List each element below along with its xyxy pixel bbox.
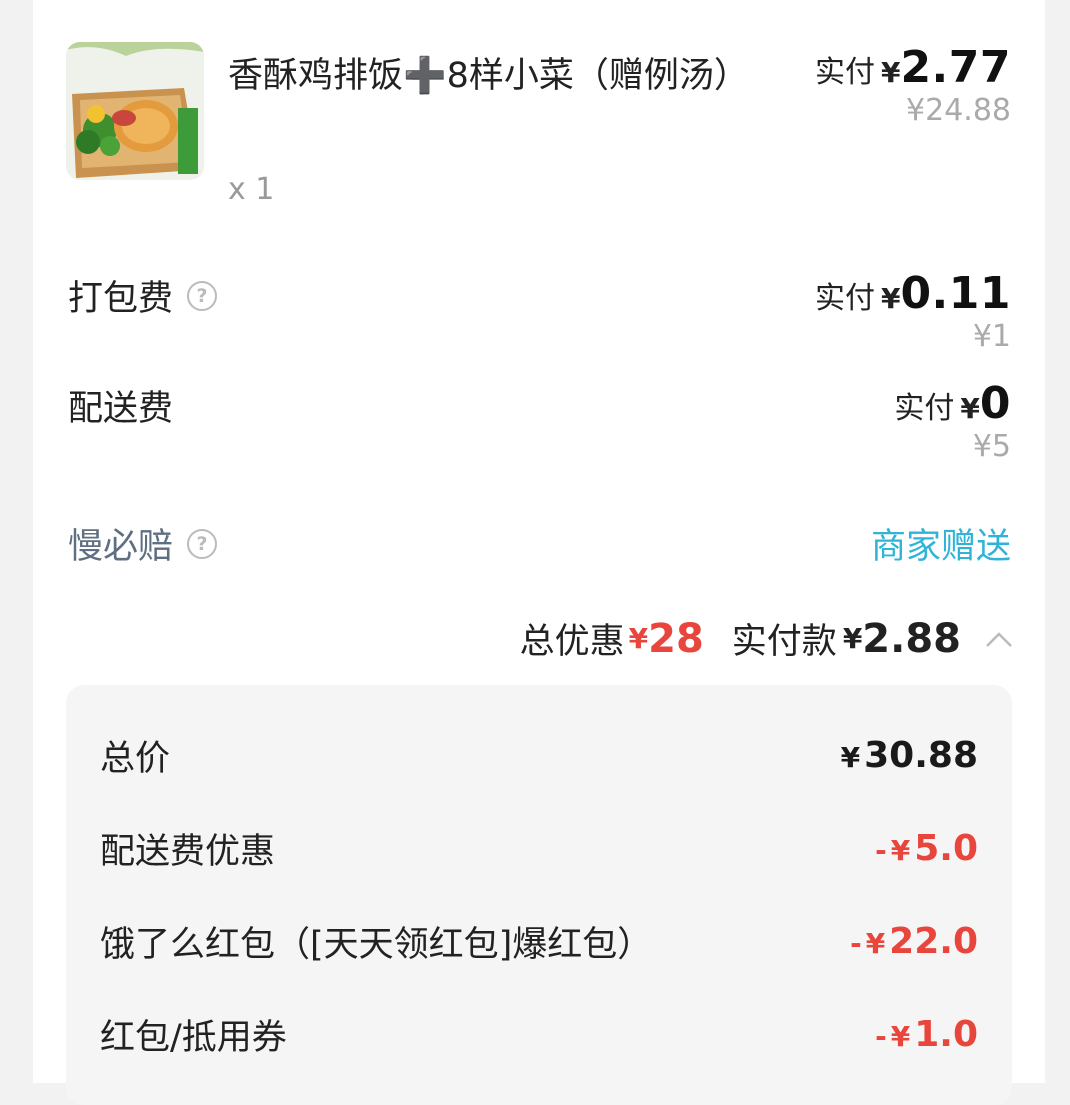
original-price: ¥1 [972, 319, 1011, 354]
order-card: 香酥鸡排饭➕8样小菜（赠例汤） x 1 实付 ¥2.77 ¥24.88 打包费 ?… [33, 0, 1045, 1105]
product-image[interactable] [66, 42, 204, 180]
original-price: ¥24.88 [906, 93, 1011, 128]
detail-row-total: 总价 ¥30.88 [100, 725, 978, 785]
currency-symbol: ¥ [628, 622, 649, 655]
detail-label: 配送费优惠 [100, 831, 276, 872]
detail-amount: 22.0 [889, 920, 978, 962]
currency-symbol: ¥ [890, 833, 911, 867]
detail-amount: 5.0 [914, 827, 978, 869]
total-discount-label: 总优惠 [519, 622, 625, 662]
detail-sign: - [875, 833, 887, 867]
original-price: ¥5 [972, 429, 1011, 464]
paid-amount-label: 实付款 [731, 622, 837, 662]
price-detail-panel: 总价 ¥30.88 配送费优惠 - ¥5.0 饿了么红包（[天天领红包]爆红包） … [66, 685, 1012, 1105]
detail-amount: 30.88 [864, 734, 978, 776]
pay-value: 2.77 [900, 42, 1011, 93]
detail-value: - ¥22.0 [850, 921, 978, 962]
pay-value: 0.11 [900, 268, 1011, 319]
late-compensation-label: 慢必赔 [68, 527, 174, 567]
paid-amount-value: 2.88 [862, 615, 961, 662]
detail-sign: - [875, 1019, 887, 1053]
delivery-fee-label: 配送费 [68, 389, 174, 429]
detail-row-red-packet: 饿了么红包（[天天领红包]爆红包） - ¥22.0 [100, 911, 978, 971]
pay-label: 实付 [814, 281, 875, 316]
product-price: 实付 ¥2.77 ¥24.88 [814, 46, 1011, 128]
food-box-illustration [66, 42, 204, 180]
detail-value: ¥30.88 [841, 735, 978, 776]
detail-row-coupon: 红包/抵用券 - ¥1.0 [100, 1004, 978, 1064]
detail-row-delivery-discount: 配送费优惠 - ¥5.0 [100, 818, 978, 878]
currency-symbol: ¥ [880, 56, 901, 89]
currency-symbol: ¥ [840, 740, 861, 774]
merchant-gift-text: 商家赠送 [870, 527, 1011, 567]
chevron-up-icon[interactable] [985, 630, 1013, 648]
help-circle-icon[interactable]: ? [187, 280, 218, 311]
total-discount-value: 28 [648, 615, 704, 662]
product-name[interactable]: 香酥鸡排饭➕8样小菜（赠例汤） [228, 44, 768, 108]
currency-symbol: ¥ [865, 926, 886, 960]
packing-fee-row: 打包费 ? [68, 270, 218, 321]
payment-summary[interactable]: 总优惠 ¥28 实付款 ¥2.88 [520, 613, 1013, 664]
detail-sign: - [850, 926, 862, 960]
currency-symbol: ¥ [880, 282, 901, 315]
product-quantity: x 1 [228, 172, 275, 207]
pay-value: 0 [979, 378, 1011, 429]
delivery-fee-row: 配送费 [68, 380, 173, 431]
delivery-fee-price: 实付 ¥0 ¥5 [894, 382, 1011, 464]
detail-label: 饿了么红包（[天天领红包]爆红包） [100, 924, 653, 965]
detail-value: - ¥5.0 [875, 828, 978, 869]
detail-label: 总价 [100, 738, 171, 779]
packing-fee-price: 实付 ¥0.11 ¥1 [814, 272, 1011, 354]
currency-symbol: ¥ [960, 392, 980, 425]
detail-value: - ¥1.0 [875, 1014, 978, 1055]
help-circle-icon[interactable]: ? [187, 528, 218, 559]
currency-symbol: ¥ [890, 1019, 911, 1053]
pay-label: 实付 [894, 391, 955, 426]
detail-amount: 1.0 [914, 1013, 978, 1055]
late-compensation-row: 慢必赔 ? [68, 518, 218, 569]
packing-fee-label: 打包费 [68, 279, 174, 319]
pay-label: 实付 [814, 55, 875, 90]
currency-symbol: ¥ [842, 622, 863, 655]
detail-label: 红包/抵用券 [100, 1017, 287, 1058]
